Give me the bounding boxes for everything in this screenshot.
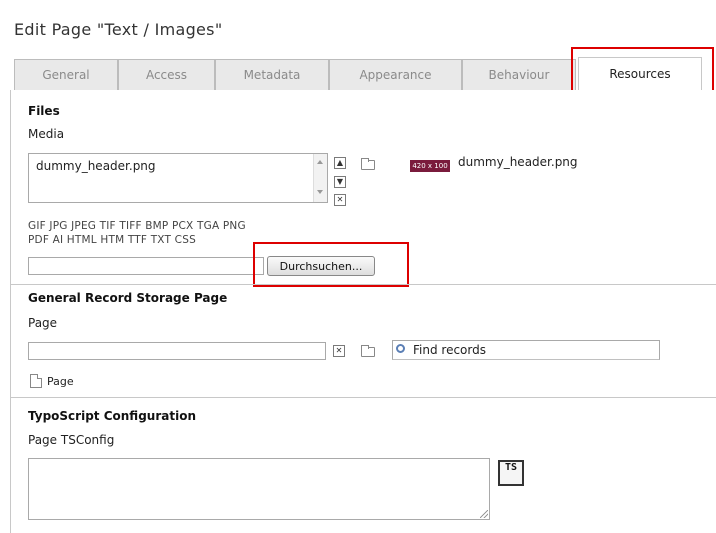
page-title: Edit Page "Text / Images"	[14, 20, 223, 39]
preview-filename: dummy_header.png	[458, 155, 578, 169]
scroll-down-icon[interactable]	[317, 190, 323, 194]
browse-folder-icon[interactable]	[361, 158, 375, 170]
media-file-item[interactable]: dummy_header.png	[36, 159, 156, 173]
remove-icon[interactable]: ✕	[334, 194, 346, 206]
media-scrollbar[interactable]	[313, 154, 327, 202]
section-divider	[10, 284, 716, 285]
storage-folder-icon[interactable]	[361, 345, 375, 357]
tab-appearance[interactable]: Appearance	[329, 59, 462, 90]
section-title-storage: General Record Storage Page	[28, 291, 228, 305]
search-icon	[396, 344, 405, 353]
page-label: Page	[28, 316, 58, 330]
section-divider	[10, 397, 716, 398]
find-records-placeholder: Find records	[413, 343, 486, 357]
media-file-list[interactable]: dummy_header.png	[28, 153, 328, 203]
typoscript-reference-icon[interactable]: TS	[498, 460, 524, 486]
image-size-badge: 420 x 100	[410, 160, 450, 172]
section-title-files: Files	[28, 104, 60, 118]
file-upload-input[interactable]	[28, 257, 264, 275]
tab-behaviour[interactable]: Behaviour	[462, 59, 576, 90]
page-icon	[30, 374, 42, 388]
section-title-typoscript: TypoScript Configuration	[28, 409, 196, 423]
page-item-label[interactable]: Page	[47, 375, 74, 388]
tab-metadata[interactable]: Metadata	[215, 59, 329, 90]
move-up-icon[interactable]: ▲	[334, 157, 346, 169]
move-down-icon[interactable]: ▼	[334, 176, 346, 188]
resize-handle-icon[interactable]	[480, 510, 488, 518]
media-label: Media	[28, 127, 65, 141]
tsconfig-textarea[interactable]	[28, 458, 490, 520]
browse-highlight-box	[253, 242, 409, 287]
find-records-input[interactable]: Find records	[392, 340, 660, 360]
scroll-up-icon[interactable]	[317, 160, 323, 164]
allowed-formats-line-2: PDF AI HTML HTM TTF TXT CSS	[28, 234, 196, 246]
storage-page-input[interactable]	[28, 342, 326, 360]
allowed-formats-line-1: GIF JPG JPEG TIF TIFF BMP PCX TGA PNG	[28, 220, 246, 232]
tsconfig-label: Page TSConfig	[28, 433, 115, 447]
clear-icon[interactable]: ✕	[333, 345, 345, 357]
tab-general[interactable]: General	[14, 59, 118, 90]
tab-access[interactable]: Access	[118, 59, 215, 90]
